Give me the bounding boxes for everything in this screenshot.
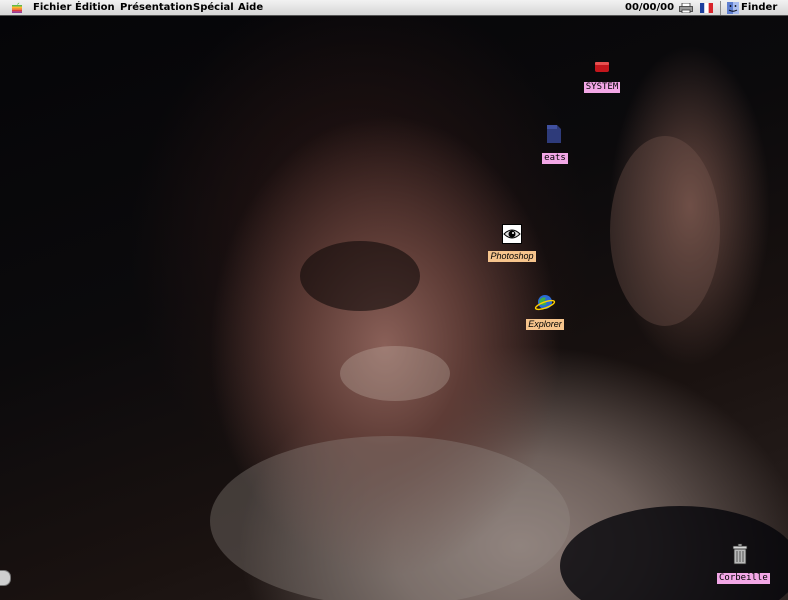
menu-separator [720,1,721,15]
photoshop-eye-icon [502,224,522,244]
desktop-icon-label: Corbeille [717,573,770,584]
desktop-icon-label: eats [542,153,568,164]
desktop-icon-system[interactable]: SYSTEM [583,60,621,93]
desktop[interactable]: SYSTEM eats Photoshop Explorer Corbeille [0,16,788,600]
active-app-label[interactable]: Finder [741,2,777,14]
desktop-icon-label: SYSTEM [583,82,621,93]
desktop-icon-label: Explorer [526,319,564,330]
desktop-photo-shade [610,136,720,326]
french-flag-icon[interactable] [700,3,713,13]
desktop-icon-label: Photoshop [488,251,536,262]
desktop-icon-eats[interactable]: eats [540,123,570,164]
menu-special[interactable]: Spécial [193,2,234,14]
menu-bar: Fichier Édition Présentation Spécial Aid… [0,0,788,16]
desktop-photo-shade [210,436,570,600]
internet-explorer-icon [534,295,556,311]
menu-presentation[interactable]: Présentation [120,2,193,14]
menu-fichier[interactable]: Fichier [33,2,71,14]
menu-aide[interactable]: Aide [238,2,263,14]
finder-icon[interactable] [727,2,739,14]
desktop-icon-trash[interactable]: Corbeille [717,543,770,584]
desktop-photo-shade [300,241,420,311]
printer-icon[interactable] [679,3,693,13]
desktop-icon-photoshop[interactable]: Photoshop [486,224,538,263]
menu-clock[interactable]: 00/00/00 [625,2,674,14]
folder-icon [547,125,561,143]
menu-edition[interactable]: Édition [75,2,115,14]
apple-icon[interactable] [11,2,23,14]
red-hard-drive-icon [595,62,609,72]
desktop-photo-shade [340,346,450,401]
desktop-icon-explorer[interactable]: Explorer [523,292,567,331]
trash-icon [732,543,748,565]
